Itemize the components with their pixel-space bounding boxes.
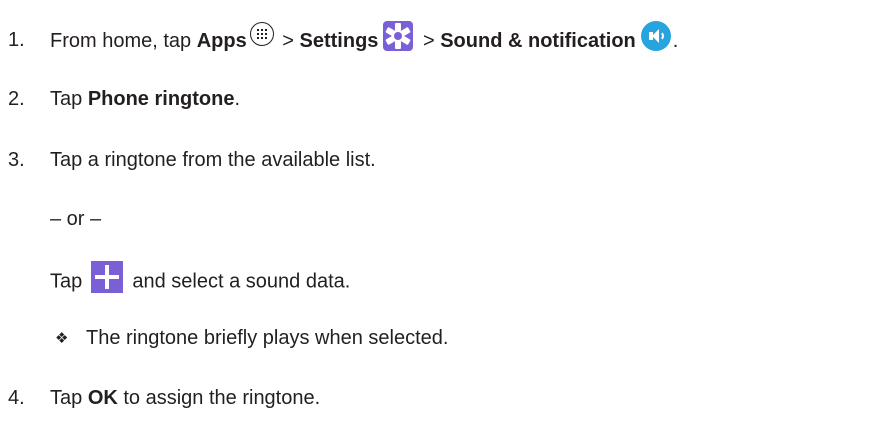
or-divider: – or – bbox=[50, 206, 101, 232]
step-4: 4. Tap OK to assign the ringtone. bbox=[8, 385, 320, 411]
separator: > bbox=[276, 30, 300, 53]
step-text: From home, tap bbox=[50, 30, 197, 53]
step-end: . bbox=[234, 88, 241, 110]
apps-grid-icon bbox=[249, 22, 274, 46]
step-text: Tap bbox=[50, 387, 88, 409]
diamond-bullet-icon: ❖ bbox=[55, 329, 69, 347]
step-number: 4. bbox=[8, 387, 25, 409]
step-text: Tap bbox=[50, 88, 88, 110]
or-text: – or – bbox=[50, 208, 102, 230]
sound-label: Sound & notification bbox=[440, 30, 636, 53]
step-number: 3. bbox=[8, 149, 25, 171]
step-text: and select a sound data. bbox=[126, 270, 351, 293]
step-1: 1. From home, tap Apps > Settings > Soun… bbox=[8, 21, 679, 57]
plus-icon bbox=[90, 261, 123, 293]
step-number: 2. bbox=[8, 88, 25, 110]
note: ❖ The ringtone briefly plays when select… bbox=[50, 325, 448, 351]
apps-label: Apps bbox=[196, 30, 247, 53]
settings-label: Settings bbox=[299, 30, 379, 53]
step-text: Tap bbox=[50, 270, 88, 293]
separator: > bbox=[417, 30, 441, 53]
phone-ringtone-label: Phone ringtone bbox=[87, 88, 235, 110]
speaker-icon bbox=[640, 21, 671, 51]
step-text: to assign the ringtone. bbox=[117, 387, 321, 409]
step-text: Tap a ringtone from the available list. bbox=[50, 149, 376, 171]
step-3-alt: Tap and select a sound data. bbox=[50, 261, 351, 298]
step-2: 2. Tap Phone ringtone. bbox=[8, 86, 240, 112]
note-text: The ringtone briefly plays when selected… bbox=[86, 327, 449, 349]
settings-gear-icon bbox=[383, 21, 414, 51]
step-end: . bbox=[672, 30, 679, 53]
ok-label: OK bbox=[87, 387, 118, 409]
step-number: 1. bbox=[8, 29, 25, 51]
step-3: 3. Tap a ringtone from the available lis… bbox=[8, 147, 376, 173]
